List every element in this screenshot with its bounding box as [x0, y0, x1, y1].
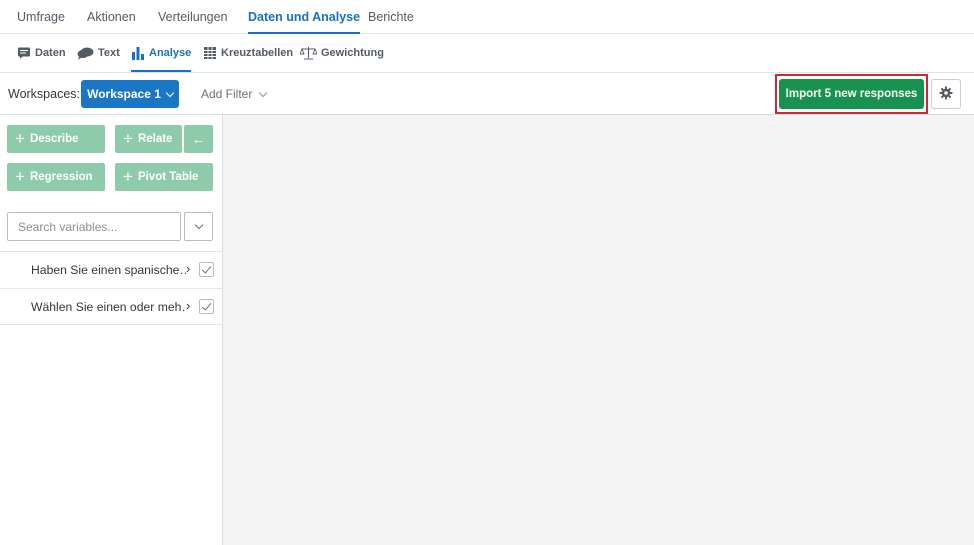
add-filter-label: Add Filter	[201, 87, 253, 101]
tab-berichte[interactable]: Berichte	[368, 10, 414, 34]
search-variables-input[interactable]: Search variables...	[7, 212, 181, 241]
search-placeholder: Search variables...	[18, 219, 118, 234]
relate-button[interactable]: + Relate	[115, 125, 182, 153]
list-item[interactable]: Haben Sie einen spanische… ›	[0, 251, 222, 288]
plus-icon: +	[123, 166, 133, 186]
chevron-right-icon[interactable]: ›	[186, 261, 190, 276]
describe-label: Describe	[29, 133, 79, 145]
top-nav: Umfrage Aktionen Verteilungen Daten und …	[0, 0, 974, 34]
arrow-left-icon: ←	[191, 131, 206, 147]
variable-checkbox[interactable]	[199, 262, 214, 277]
subtab-label: Text	[98, 47, 120, 59]
gear-icon	[939, 86, 953, 103]
subtab-gewichtung[interactable]: Gewichtung	[299, 34, 384, 72]
subtab-label: Gewichtung	[321, 47, 384, 59]
subtab-label: Kreuztabellen	[221, 47, 294, 59]
import-responses-button[interactable]: Import 5 new responses	[779, 79, 924, 109]
plus-icon: +	[15, 128, 25, 148]
subtab-text[interactable]: Text	[77, 34, 120, 72]
variables-panel: + Describe + Relate ← + Regression + Piv…	[0, 115, 223, 545]
subtab-label: Analyse	[149, 47, 192, 59]
subtab-analyse[interactable]: Analyse	[131, 34, 192, 72]
settings-button[interactable]	[931, 79, 961, 109]
tab-aktionen[interactable]: Aktionen	[87, 10, 136, 34]
regression-label: Regression	[29, 171, 93, 183]
grid-icon	[203, 46, 217, 60]
plus-icon: +	[123, 128, 133, 148]
sub-nav: Daten Text Analyse Kreuztabellen Gewicht…	[0, 34, 974, 73]
search-options-dropdown[interactable]	[184, 212, 213, 241]
regression-button[interactable]: + Regression	[7, 163, 105, 191]
tab-verteilungen[interactable]: Verteilungen	[158, 10, 228, 34]
workspace-dropdown[interactable]: Workspace 1	[81, 80, 179, 108]
chevron-down-icon	[259, 88, 268, 97]
scale-icon	[299, 46, 318, 60]
workspace-toolbar: Workspaces: Workspace 1 Add Filter Impor…	[0, 73, 974, 115]
variable-label: Wählen Sie einen oder meh…	[31, 300, 186, 314]
subtab-label: Daten	[35, 47, 66, 59]
pivot-table-button[interactable]: + Pivot Table	[115, 163, 213, 191]
chevron-down-icon	[165, 88, 175, 97]
analysis-canvas	[223, 115, 974, 545]
describe-button[interactable]: + Describe	[7, 125, 105, 153]
variable-checkbox[interactable]	[199, 299, 214, 314]
chevron-down-icon	[194, 220, 203, 230]
variable-list: Haben Sie einen spanische… › Wählen Sie …	[0, 251, 222, 325]
list-item[interactable]: Wählen Sie einen oder meh… ›	[0, 288, 222, 325]
subtab-kreuztabellen[interactable]: Kreuztabellen	[203, 34, 293, 72]
tab-umfrage[interactable]: Umfrage	[17, 10, 65, 34]
variable-label: Haben Sie einen spanische…	[31, 263, 186, 277]
plus-icon: +	[15, 166, 25, 186]
chevron-right-icon[interactable]: ›	[186, 298, 190, 313]
workspace-selected: Workspace 1	[87, 87, 161, 101]
collapse-panel-button[interactable]: ←	[184, 125, 213, 153]
pivot-table-label: Pivot Table	[137, 171, 199, 183]
subtab-daten[interactable]: Daten	[17, 34, 66, 72]
relate-label: Relate	[137, 133, 173, 145]
tab-daten-und-analyse[interactable]: Daten und Analyse	[248, 10, 361, 34]
speech-bubble-icon	[17, 46, 31, 60]
chat-bubbles-icon	[77, 46, 94, 60]
bar-chart-icon	[131, 46, 145, 60]
add-filter-button[interactable]: Add Filter	[201, 87, 268, 101]
workspaces-label: Workspaces:	[8, 87, 81, 101]
